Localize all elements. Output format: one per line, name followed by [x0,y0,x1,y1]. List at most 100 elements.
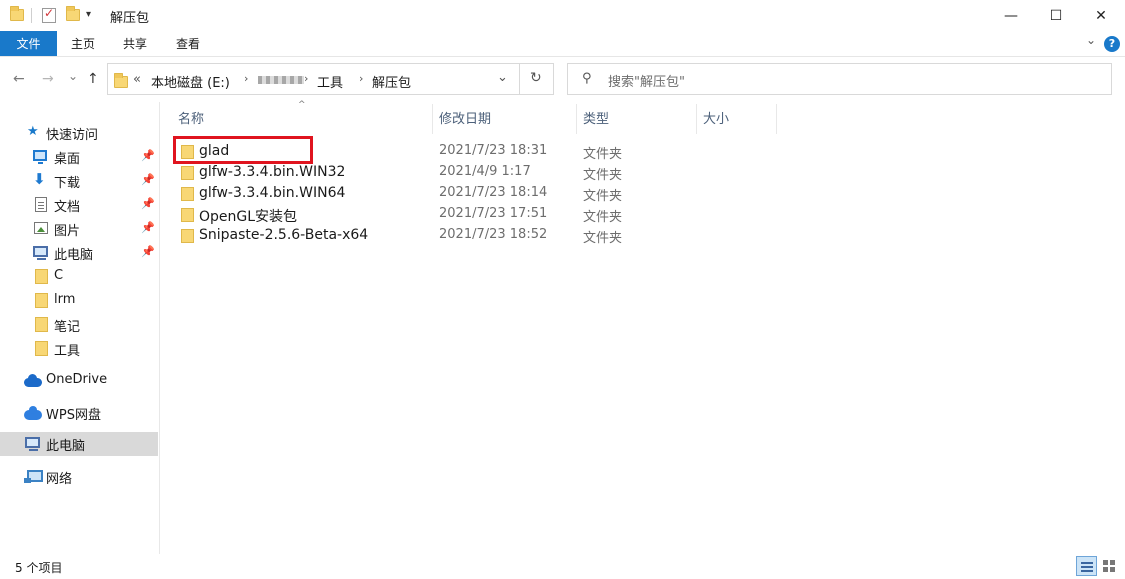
divider [159,102,160,554]
file-name: glfw-3.3.4.bin.WIN64 [199,185,346,201]
window-title: 解压包 [110,11,150,26]
sidebar-item-label: WPS网盘 [46,408,101,423]
sidebar-item-label: 图片 [54,224,81,239]
sidebar-item-desktop[interactable]: 桌面 📌 [0,145,158,169]
computer-icon [25,437,40,451]
large-icons-view-button[interactable] [1099,556,1120,576]
chevron-right-icon[interactable]: › [304,72,308,85]
large-icons-view-icon [1103,560,1108,565]
tab-share[interactable]: 共享 [109,31,161,56]
properties-icon[interactable] [42,6,56,23]
column-divider[interactable] [696,104,697,134]
divider [519,64,520,94]
file-row[interactable]: glfw-3.3.4.bin.WIN32 2021/4/9 1:17 文件夹 [174,162,734,183]
onedrive-icon [24,374,42,387]
sidebar-item-folder-tools[interactable]: 工具 [0,337,158,361]
sidebar-item-label: 笔记 [54,320,81,335]
file-name: Snipaste-2.5.6-Beta-x64 [199,227,369,243]
sidebar-item-downloads[interactable]: ⬇ 下载 📌 [0,169,158,193]
folder-icon [181,187,194,201]
forward-button[interactable]: → [42,71,54,87]
file-row[interactable]: glfw-3.3.4.bin.WIN64 2021/7/23 18:14 文件夹 [174,183,734,204]
chevron-right-icon[interactable]: › [359,72,363,85]
sidebar-item-network[interactable]: 网络 [0,465,158,489]
expand-ribbon-icon[interactable]: ⌄ [1086,33,1096,47]
sidebar-item-quick-access[interactable]: ★ 快速访问 [0,121,158,145]
file-row[interactable]: Snipaste-2.5.6-Beta-x64 2021/7/23 18:52 … [174,225,734,246]
search-box[interactable]: ⚲ 搜索"解压包" [567,63,1112,95]
desktop-icon [33,150,47,164]
folder-icon [35,341,48,356]
pin-icon: 📌 [141,197,155,210]
address-bar[interactable]: « 本地磁盘 (E:) › › 工具 › 解压包 ⌄ [107,63,554,95]
sidebar-item-onedrive[interactable]: OneDrive [0,369,158,393]
breadcrumb-overflow[interactable]: « [133,72,141,87]
file-date: 2021/7/23 18:14 [439,185,548,200]
up-button[interactable]: ↑ [87,71,99,87]
pin-icon: 📌 [141,173,155,186]
file-type: 文件夹 [583,210,623,225]
sidebar-item-folder-lrm[interactable]: lrm [0,289,158,313]
pin-icon: 📌 [141,149,155,162]
recent-locations-dropdown[interactable]: ⌄ [68,69,78,83]
sidebar-item-label: 桌面 [54,152,81,167]
file-date: 2021/7/23 17:51 [439,206,548,221]
sidebar-item-pictures[interactable]: 图片 📌 [0,217,158,241]
sidebar-item-label: 文档 [54,200,81,215]
title-bar: ▾ 解压包 — ☐ ✕ [0,0,1125,31]
file-type: 文件夹 [583,231,623,246]
sidebar-item-wps-cloud[interactable]: WPS网盘 [0,401,158,425]
minimize-button[interactable]: — [988,0,1034,31]
sidebar-item-label: C [54,268,64,283]
breadcrumb-drive[interactable]: 本地磁盘 (E:) [151,72,230,91]
maximize-button[interactable]: ☐ [1033,0,1079,31]
download-icon: ⬇ [33,170,46,188]
column-divider[interactable] [432,104,433,134]
sidebar-item-this-pc-quick[interactable]: 此电脑 📌 [0,241,158,265]
help-icon[interactable]: ? [1104,36,1120,52]
pictures-icon [34,222,48,234]
breadcrumb-tools[interactable]: 工具 [317,72,343,91]
document-icon [35,197,47,212]
pin-icon: 📌 [141,221,155,234]
sidebar-item-label: 此电脑 [54,248,94,263]
sidebar-item-label: lrm [54,292,76,307]
details-view-button[interactable] [1076,556,1097,576]
folder-icon [181,208,194,222]
address-dropdown-icon[interactable]: ⌄ [497,70,508,85]
computer-icon [33,246,48,260]
column-divider[interactable] [776,104,777,134]
new-folder-icon[interactable] [66,6,80,21]
chevron-right-icon[interactable]: › [244,72,248,85]
sidebar-item-documents[interactable]: 文档 📌 [0,193,158,217]
sidebar-item-label: OneDrive [46,372,108,387]
pin-icon: 📌 [141,245,155,258]
tab-home[interactable]: 主页 [57,31,109,56]
column-header-size[interactable]: 大小 [703,108,729,132]
back-button[interactable]: ← [13,71,25,87]
column-header-name[interactable]: 名称 [178,108,204,132]
status-item-count: 5 个项目 [15,561,63,575]
file-type: 文件夹 [583,168,623,183]
sidebar-item-folder-notes[interactable]: 笔记 [0,313,158,337]
navigation-bar: ← → ⌄ ↑ « 本地磁盘 (E:) › › 工具 › 解压包 ⌄ ↻ ⚲ 搜… [0,57,1125,102]
sidebar-item-this-pc[interactable]: 此电脑 [0,432,158,456]
tab-view[interactable]: 查看 [162,31,214,56]
column-header-type[interactable]: 类型 [583,108,609,132]
column-header-date[interactable]: 修改日期 [439,108,491,132]
column-divider[interactable] [576,104,577,134]
highlight-annotation [173,136,313,164]
refresh-button[interactable]: ↻ [530,70,542,86]
customize-quick-access-dropdown[interactable]: ▾ [86,9,91,20]
tab-file[interactable]: 文件 [0,31,57,56]
search-input[interactable]: 搜索"解压包" [608,71,685,90]
sidebar-item-label: 快速访问 [46,128,99,143]
breadcrumb-current[interactable]: 解压包 [372,72,411,91]
file-date: 2021/7/23 18:31 [439,143,548,158]
sidebar-item-folder-c[interactable]: C [0,265,158,289]
file-row[interactable]: OpenGL安装包 2021/7/23 17:51 文件夹 [174,204,734,225]
divider [31,8,32,23]
close-button[interactable]: ✕ [1078,0,1124,31]
folder-icon [35,269,48,284]
sidebar-item-label: 下载 [54,176,81,191]
